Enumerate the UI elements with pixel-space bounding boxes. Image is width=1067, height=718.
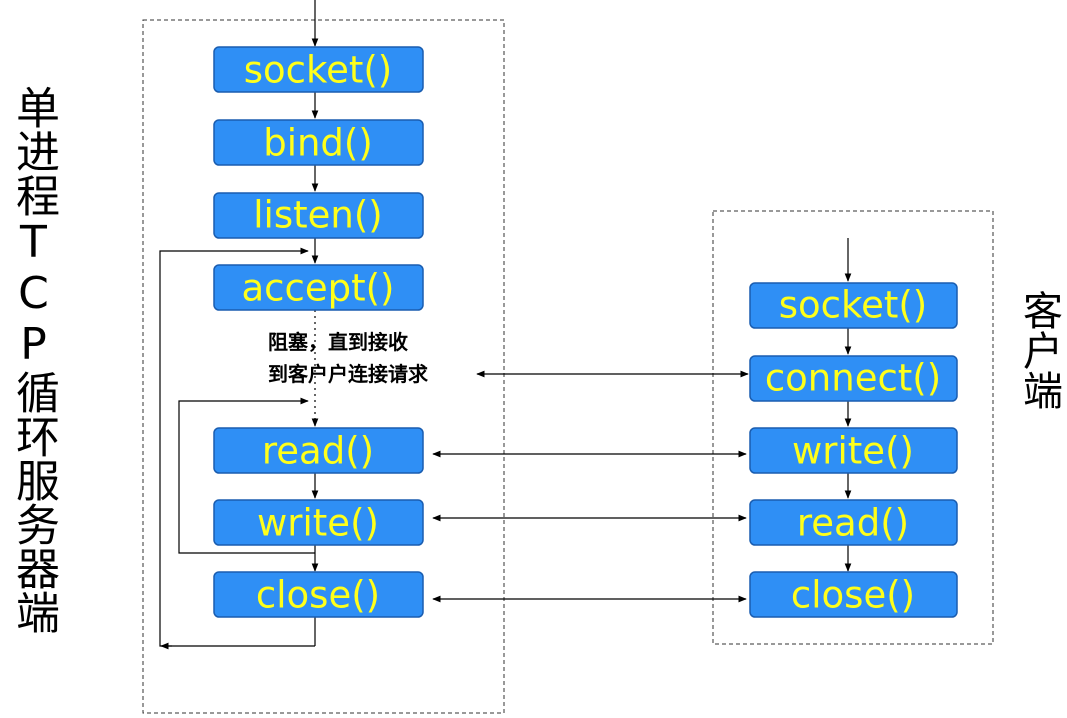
client-close-box: close() — [749, 571, 958, 618]
client-write-box: write() — [749, 427, 958, 474]
server-read-label: read() — [262, 430, 374, 473]
client-write-label: write() — [792, 430, 914, 473]
client-read-label: read() — [797, 502, 909, 545]
server-bind-box: bind() — [213, 119, 424, 166]
server-close-box: close() — [213, 571, 424, 618]
server-side-label: 单进程TCP循环服务器端 — [8, 85, 59, 634]
client-close-label: close() — [791, 574, 915, 617]
client-side-label: 客户端 — [1016, 290, 1062, 410]
server-read-box: read() — [213, 427, 424, 474]
server-write-box: write() — [213, 499, 424, 546]
blocking-note-line1: 阻塞，直到接收 — [268, 330, 408, 354]
blocking-note-line2: 到客户户连接请求 — [268, 362, 428, 386]
blocking-note: 阻塞，直到接收 到客户户连接请求 — [268, 326, 483, 390]
server-accept-box: accept() — [213, 264, 424, 311]
server-listen-label: listen() — [253, 194, 382, 237]
server-socket-label: socket() — [244, 49, 393, 92]
server-accept-label: accept() — [242, 267, 395, 310]
flow-diagram: socket() bind() listen() accept() read()… — [142, 0, 994, 714]
server-socket-box: socket() — [213, 46, 424, 93]
client-socket-label: socket() — [779, 284, 928, 327]
server-close-label: close() — [256, 574, 380, 617]
client-connect-label: connect() — [765, 357, 941, 400]
server-listen-box: listen() — [213, 192, 424, 239]
client-socket-box: socket() — [749, 282, 958, 329]
client-connect-box: connect() — [749, 355, 958, 402]
server-bind-label: bind() — [263, 122, 373, 165]
server-write-label: write() — [257, 502, 379, 545]
client-read-box: read() — [749, 499, 958, 546]
